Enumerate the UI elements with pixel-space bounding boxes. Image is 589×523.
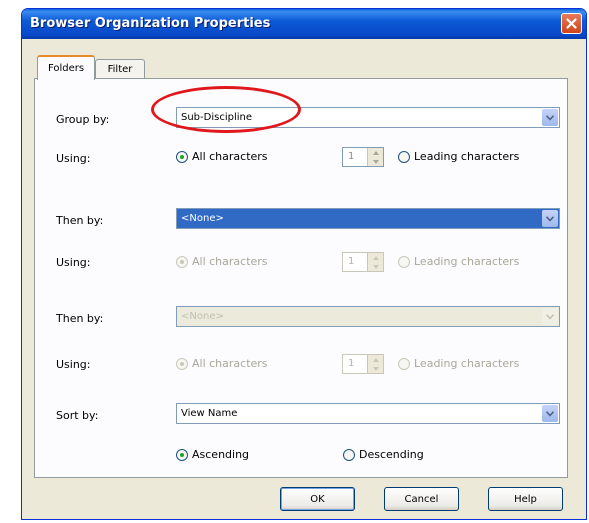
radio-label: All characters xyxy=(192,357,268,370)
cancel-button[interactable]: Cancel xyxy=(384,487,459,511)
then-by-1-value: <None> xyxy=(181,213,224,224)
spin-down-button[interactable] xyxy=(368,157,383,166)
then-by-1-dropdown[interactable]: <None> xyxy=(176,208,560,229)
group-by-count-spinner[interactable]: 1 xyxy=(342,147,384,167)
radio-label: All characters xyxy=(192,150,268,163)
group-by-label: Group by: xyxy=(56,113,110,126)
then-by-1-all-characters-radio: All characters xyxy=(176,255,268,268)
sort-by-dropdown[interactable]: View Name xyxy=(176,403,560,424)
spin-up-button[interactable] xyxy=(368,148,383,157)
radio-label: Leading characters xyxy=(414,255,520,268)
ok-button[interactable]: OK xyxy=(280,487,355,511)
group-by-dropdown-button[interactable] xyxy=(542,109,558,126)
then-by-2-using-label: Using: xyxy=(56,358,91,371)
dialog-window: Browser Organization Properties Folders … xyxy=(21,8,587,520)
radio-circle xyxy=(176,357,188,370)
then-by-1-label: Then by: xyxy=(56,214,104,227)
spinner-value: 1 xyxy=(348,256,355,267)
then-by-1-count-spinner: 1 xyxy=(342,252,384,272)
then-by-2-count-spinner: 1 xyxy=(342,354,384,374)
then-by-1-dropdown-button[interactable] xyxy=(542,210,558,227)
then-by-2-dropdown: <None> xyxy=(176,306,560,327)
group-by-all-characters-radio[interactable]: All characters xyxy=(176,150,268,163)
close-icon xyxy=(566,18,577,29)
spin-up-button xyxy=(368,355,383,364)
chevron-up-icon xyxy=(372,150,379,155)
chevron-down-icon xyxy=(546,313,554,320)
radio-label: Leading characters xyxy=(414,150,520,163)
then-by-2-value: <None> xyxy=(181,311,224,322)
radio-label: Leading characters xyxy=(414,357,520,370)
then-by-2-leading-characters-radio: Leading characters xyxy=(398,357,519,370)
sort-descending-radio[interactable]: Descending xyxy=(343,448,424,461)
spin-down-button xyxy=(368,364,383,373)
group-by-leading-characters-radio[interactable]: Leading characters xyxy=(398,150,519,163)
tab-filter[interactable]: Filter xyxy=(95,59,145,79)
sort-ascending-radio[interactable]: Ascending xyxy=(176,448,249,461)
then-by-2-dropdown-button xyxy=(542,308,558,325)
radio-circle xyxy=(398,255,410,268)
annotation-ellipse xyxy=(151,86,301,133)
radio-circle xyxy=(343,448,355,461)
chevron-up-icon xyxy=(372,357,379,362)
chevron-down-icon xyxy=(372,366,379,371)
radio-circle xyxy=(398,357,410,370)
radio-label: All characters xyxy=(192,255,268,268)
group-by-using-label: Using: xyxy=(56,152,91,165)
sort-by-value: View Name xyxy=(181,408,238,419)
chevron-down-icon xyxy=(546,114,554,121)
spinner-arrows xyxy=(367,253,383,271)
close-button[interactable] xyxy=(561,13,582,34)
spin-down-button xyxy=(368,262,383,271)
radio-label: Descending xyxy=(359,448,424,461)
then-by-2-label: Then by: xyxy=(56,312,104,325)
radio-label: Ascending xyxy=(192,448,250,461)
chevron-down-icon xyxy=(372,159,379,164)
sort-by-label: Sort by: xyxy=(56,409,99,422)
spinner-value: 1 xyxy=(348,151,355,162)
radio-circle xyxy=(176,255,188,268)
spinner-value: 1 xyxy=(348,358,355,369)
spin-up-button xyxy=(368,253,383,262)
tab-folders[interactable]: Folders xyxy=(37,55,95,80)
radio-circle xyxy=(176,448,188,461)
title-bar[interactable]: Browser Organization Properties xyxy=(22,9,586,39)
spinner-arrows[interactable] xyxy=(367,148,383,166)
window-title: Browser Organization Properties xyxy=(30,16,271,31)
spinner-arrows xyxy=(367,355,383,373)
then-by-2-all-characters-radio: All characters xyxy=(176,357,268,370)
then-by-1-using-label: Using: xyxy=(56,256,91,269)
radio-circle xyxy=(176,150,188,163)
then-by-1-leading-characters-radio: Leading characters xyxy=(398,255,519,268)
chevron-up-icon xyxy=(372,255,379,260)
radio-circle xyxy=(398,150,410,163)
sort-by-dropdown-button[interactable] xyxy=(542,405,558,422)
chevron-down-icon xyxy=(372,264,379,269)
help-button[interactable]: Help xyxy=(488,487,563,511)
chevron-down-icon xyxy=(546,410,554,417)
chevron-down-icon xyxy=(546,215,554,222)
